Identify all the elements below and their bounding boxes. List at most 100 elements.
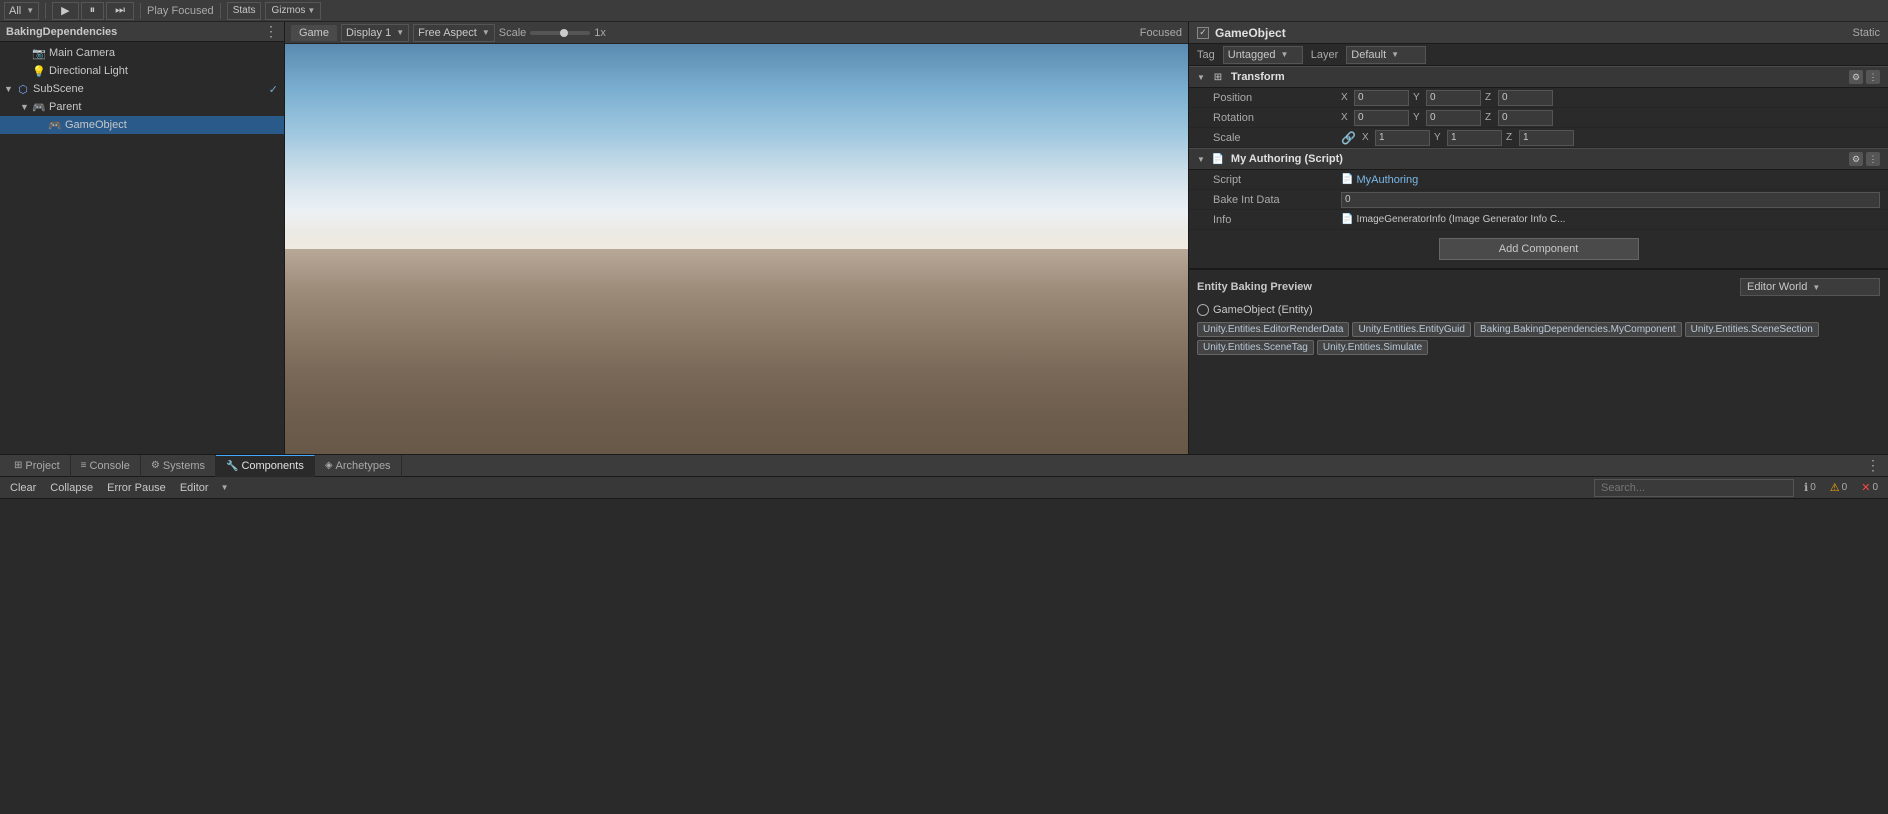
all-arrow-icon: ▼ xyxy=(26,6,34,15)
entity-baking-section: Entity Baking Preview Editor World ▼ Gam… xyxy=(1189,268,1888,363)
rotation-y-input[interactable] xyxy=(1426,110,1481,126)
entity-circle-icon xyxy=(1197,304,1209,316)
scale-fields: 🔗 X Y Z xyxy=(1341,130,1880,146)
bake-int-input[interactable] xyxy=(1341,192,1880,208)
entity-row: GameObject (Entity) xyxy=(1197,302,1880,318)
info-icon: ℹ xyxy=(1804,481,1808,494)
myauthoring-settings-icon[interactable]: ⚙ xyxy=(1849,152,1863,166)
rot-x-axis: X xyxy=(1341,112,1351,123)
scale-y-input[interactable] xyxy=(1447,130,1502,146)
scale-z-input[interactable] xyxy=(1519,130,1574,146)
myauthoring-controls: ⚙ ⋮ xyxy=(1849,152,1880,166)
stats-button[interactable]: Stats xyxy=(227,2,262,20)
add-component-button[interactable]: Add Component xyxy=(1439,238,1639,260)
hier-arrow-parent: ▼ xyxy=(20,102,32,112)
hier-item-parent[interactable]: ▼ 🎮 Parent xyxy=(0,98,284,116)
toolbar-sep-2 xyxy=(140,3,141,19)
play-button[interactable]: ▶ xyxy=(52,2,78,20)
script-label: Script xyxy=(1213,174,1333,186)
warn-count: 0 xyxy=(1842,482,1848,493)
script-ref[interactable]: 📄 MyAuthoring xyxy=(1341,174,1418,186)
hierarchy-menu-icon[interactable]: ⋮ xyxy=(264,23,278,40)
game-tab[interactable]: Game xyxy=(291,25,337,41)
display-dropdown[interactable]: Display 1 ▼ xyxy=(341,24,409,42)
gameobject-icon: 🎮 xyxy=(48,118,62,132)
tab-project[interactable]: ⊞ Project xyxy=(4,455,71,477)
info-ref[interactable]: 📄 ImageGeneratorInfo (Image Generator In… xyxy=(1341,214,1565,225)
entity-baking-header: Entity Baking Preview Editor World ▼ xyxy=(1197,278,1880,296)
inspector-inner: GameObject Static Tag Untagged ▼ Layer D… xyxy=(1189,22,1888,454)
error-pause-button[interactable]: Error Pause xyxy=(103,481,170,495)
tab-components[interactable]: 🔧 Components xyxy=(216,455,315,477)
tab-console[interactable]: ≡ Console xyxy=(71,455,141,477)
game-toolbar: Game Display 1 ▼ Free Aspect ▼ Scale 1x … xyxy=(285,22,1188,44)
transform-title: Transform xyxy=(1231,71,1843,83)
all-dropdown[interactable]: All ▼ xyxy=(4,2,39,20)
archetypes-tab-icon: ◈ xyxy=(325,460,333,471)
position-x-group: X xyxy=(1341,90,1409,106)
hier-item-subscene[interactable]: ▼ ⬡ SubScene ✓ xyxy=(0,80,284,98)
script-row: Script 📄 MyAuthoring xyxy=(1189,170,1888,190)
myauthoring-more-icon[interactable]: ⋮ xyxy=(1866,152,1880,166)
myauthoring-collapse-icon[interactable]: ▼ xyxy=(1197,155,1205,164)
hierarchy-panel: BakingDependencies ⋮ 📷 Main Camera 💡 Dir… xyxy=(0,22,285,454)
archetypes-tab-label: Archetypes xyxy=(336,460,391,472)
clear-button[interactable]: Clear xyxy=(6,481,40,495)
tag-dropdown[interactable]: Untagged ▼ xyxy=(1223,46,1303,64)
error-icon: ✕ xyxy=(1861,481,1870,494)
step-button[interactable]: ⏭ xyxy=(106,2,134,20)
project-tab-label: Project xyxy=(25,460,59,472)
transform-more-icon[interactable]: ⋮ xyxy=(1866,70,1880,84)
editor-dropdown-icon[interactable]: ▼ xyxy=(221,483,229,492)
object-name-field[interactable]: GameObject xyxy=(1215,26,1846,40)
hier-arrow-subscene: ▼ xyxy=(4,84,16,94)
project-tab-icon: ⊞ xyxy=(14,460,22,471)
pause-button[interactable]: ⏸ xyxy=(81,2,105,20)
game-viewport[interactable] xyxy=(285,44,1188,454)
tag-scene-tag: Unity.Entities.SceneTag xyxy=(1197,340,1314,355)
position-z-input[interactable] xyxy=(1498,90,1553,106)
camera-icon: 📷 xyxy=(32,46,46,60)
myauthoring-component-header: ▼ 📄 My Authoring (Script) ⚙ ⋮ xyxy=(1189,148,1888,170)
object-active-checkbox[interactable] xyxy=(1197,27,1209,39)
position-y-input[interactable] xyxy=(1426,90,1481,106)
aspect-label: Free Aspect xyxy=(418,27,477,39)
hier-item-main-camera[interactable]: 📷 Main Camera xyxy=(0,44,284,62)
position-label: Position xyxy=(1213,92,1333,104)
gizmos-button[interactable]: Gizmos ▼ xyxy=(265,2,321,20)
aspect-dropdown[interactable]: Free Aspect ▼ xyxy=(413,24,495,42)
scale-prop-label: Scale xyxy=(1213,132,1333,144)
layer-dropdown[interactable]: Default ▼ xyxy=(1346,46,1426,64)
play-controls: ▶ ⏸ ⏭ xyxy=(52,2,134,20)
bake-int-label: Bake Int Data xyxy=(1213,194,1333,206)
position-fields: X Y Z xyxy=(1341,90,1880,106)
toolbar-sep-1 xyxy=(45,3,46,19)
position-x-input[interactable] xyxy=(1354,90,1409,106)
aspect-arrow-icon: ▼ xyxy=(482,28,490,37)
hier-item-gameobject[interactable]: 🎮 GameObject xyxy=(0,116,284,134)
script-value: MyAuthoring xyxy=(1356,174,1418,186)
display-arrow-icon: ▼ xyxy=(396,28,404,37)
hier-label-main-camera: Main Camera xyxy=(49,47,115,59)
hierarchy-header: BakingDependencies ⋮ xyxy=(0,22,284,42)
tab-archetypes[interactable]: ◈ Archetypes xyxy=(315,455,402,477)
info-badge: ℹ 0 xyxy=(1800,481,1820,494)
bottom-search-input[interactable] xyxy=(1594,479,1794,497)
rotation-row: Rotation X Y Z xyxy=(1189,108,1888,128)
scale-x-input[interactable] xyxy=(1375,130,1430,146)
tab-systems[interactable]: ⚙ Systems xyxy=(141,455,216,477)
hier-item-directional-light[interactable]: 💡 Directional Light xyxy=(0,62,284,80)
hier-label-gameobject: GameObject xyxy=(65,119,127,131)
scale-lock-icon[interactable]: 🔗 xyxy=(1341,131,1356,145)
editor-button[interactable]: Editor xyxy=(176,481,213,495)
components-tab-icon: 🔧 xyxy=(226,461,238,472)
editor-world-dropdown[interactable]: Editor World ▼ xyxy=(1740,278,1880,296)
rotation-z-input[interactable] xyxy=(1498,110,1553,126)
stats-label: Stats xyxy=(233,5,256,16)
bottom-panel-menu-icon[interactable]: ⋮ xyxy=(1866,457,1880,474)
scale-slider[interactable] xyxy=(530,31,590,35)
rotation-x-input[interactable] xyxy=(1354,110,1409,126)
transform-settings-icon[interactable]: ⚙ xyxy=(1849,70,1863,84)
transform-collapse-icon[interactable]: ▼ xyxy=(1197,73,1205,82)
collapse-button[interactable]: Collapse xyxy=(46,481,97,495)
